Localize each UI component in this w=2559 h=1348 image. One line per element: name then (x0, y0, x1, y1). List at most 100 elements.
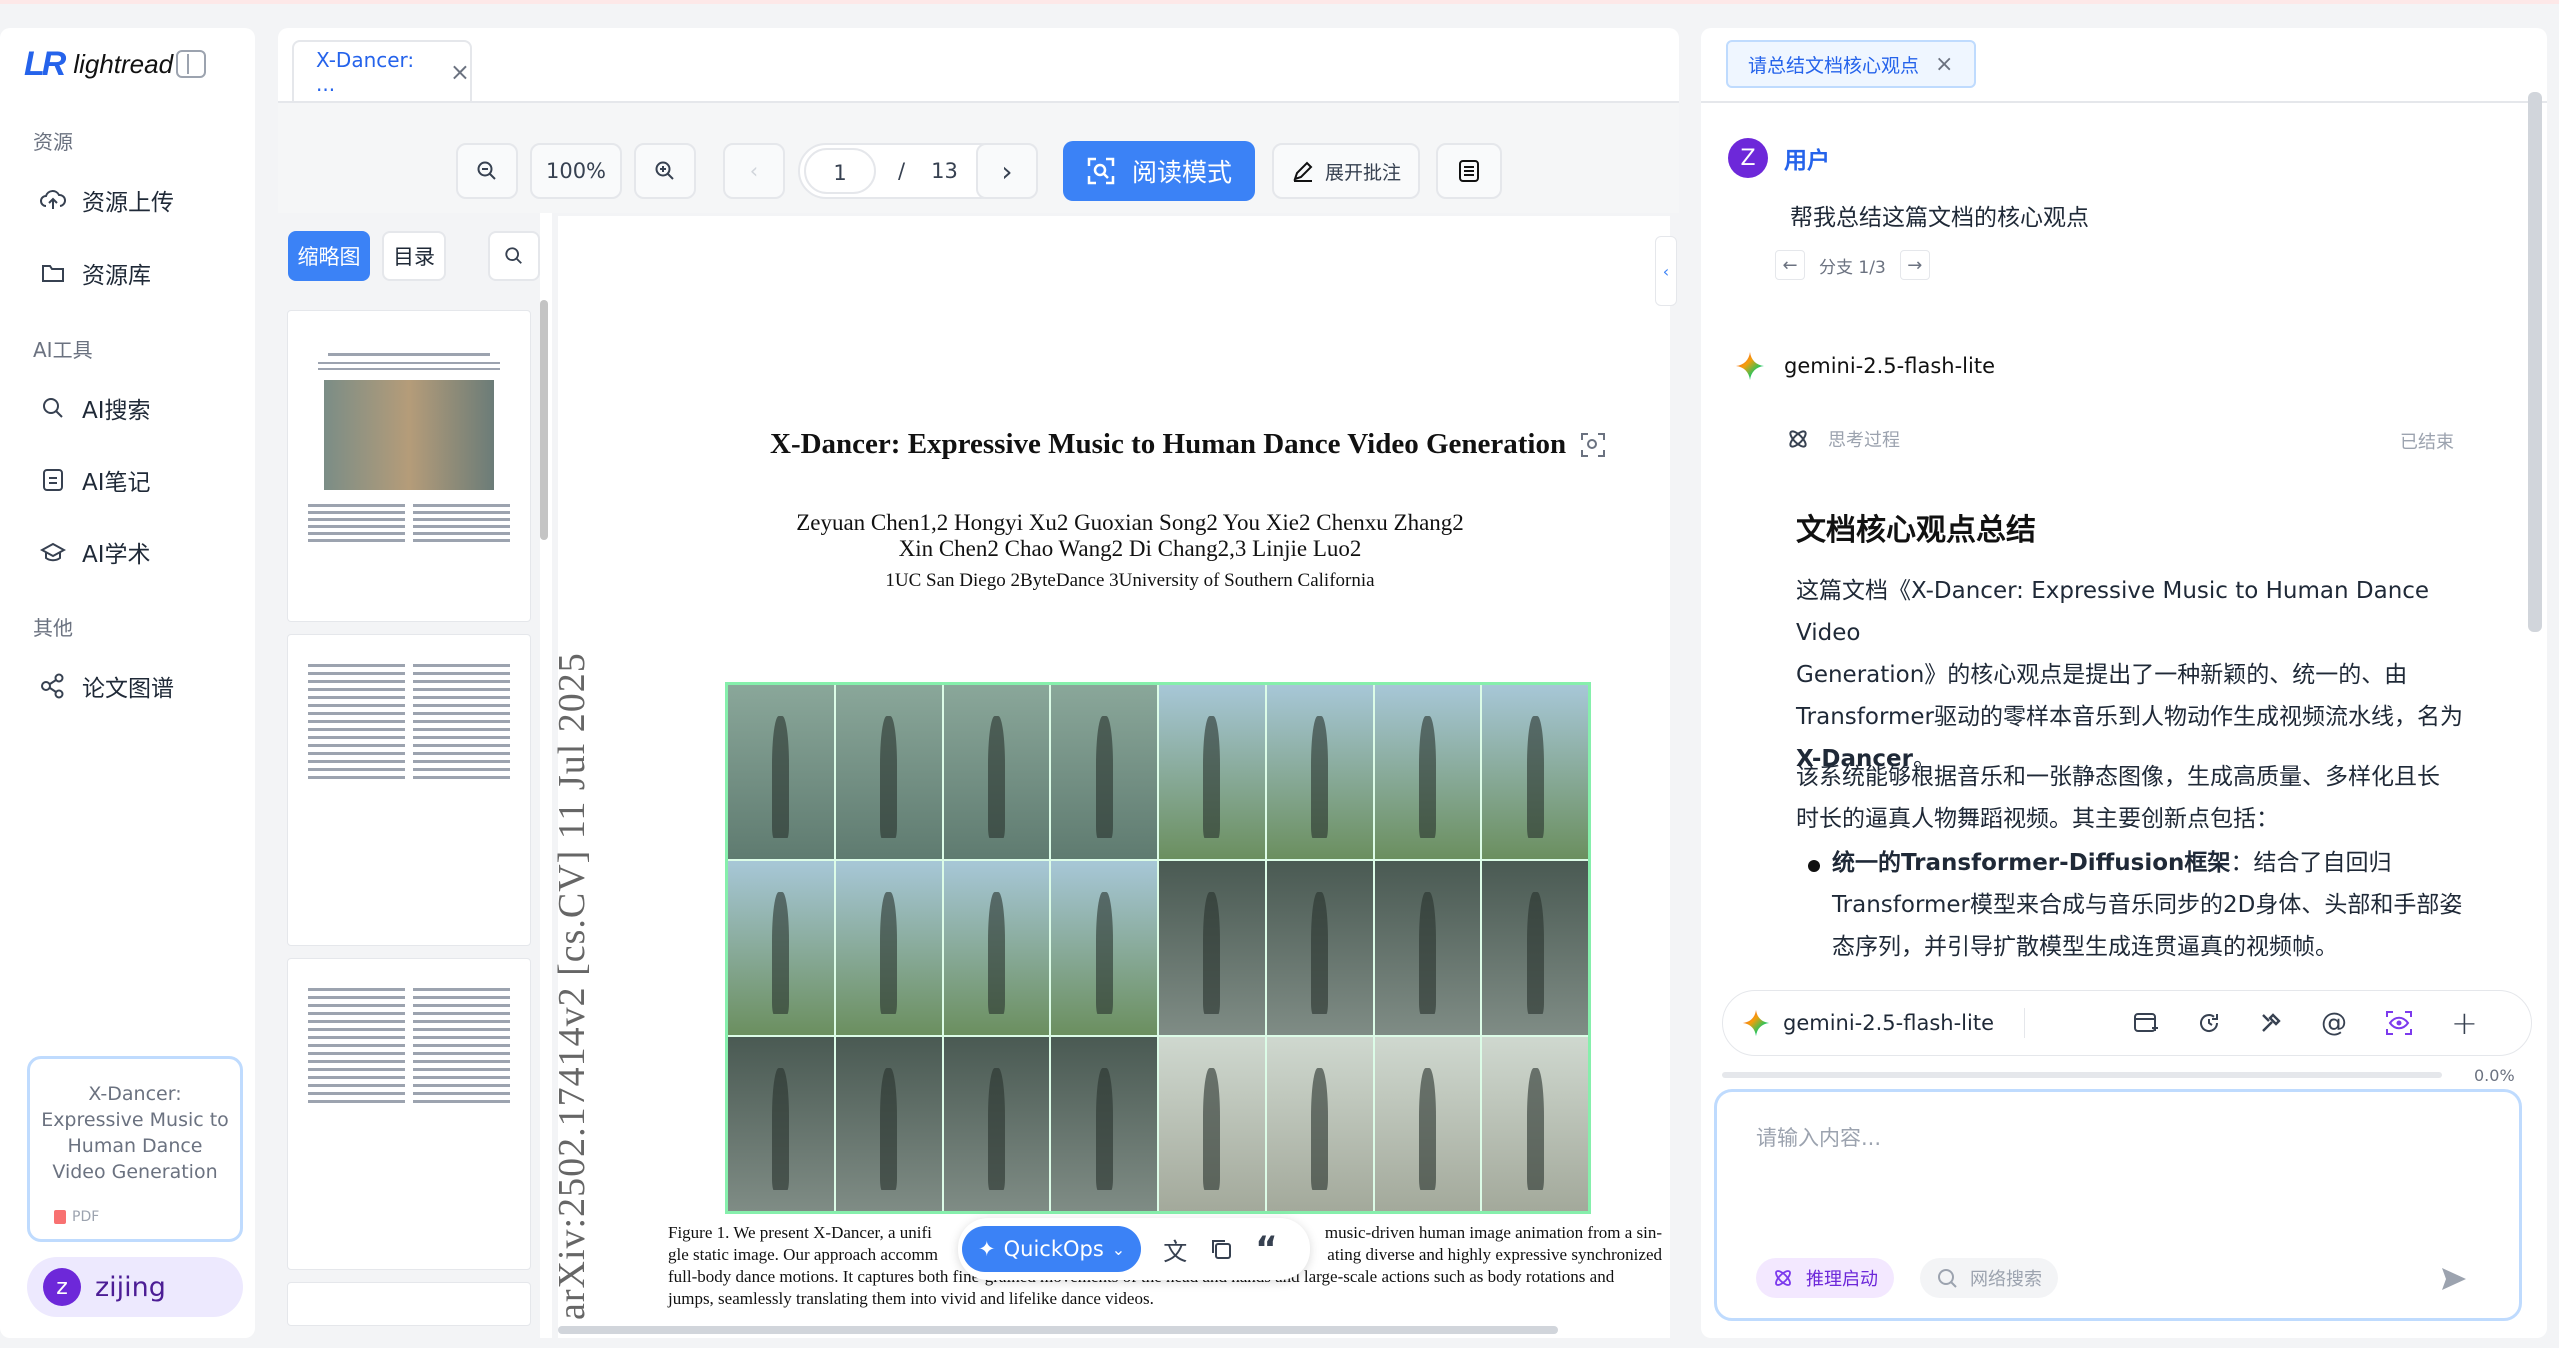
sidebar-item-label: 资源上传 (82, 190, 174, 216)
figure-frame (1051, 1037, 1157, 1211)
note-icon (40, 467, 66, 493)
user-profile[interactable]: z zijing (27, 1257, 243, 1317)
paper-authors-1: Zeyuan Chen1,2 Hongyi Xu2 Guoxian Song2 … (796, 510, 1464, 535)
section-title-other: 其他 (33, 616, 73, 640)
user-label: 用户 (1784, 148, 1830, 174)
sidebar-item-label: 论文图谱 (82, 676, 174, 702)
tab-toc[interactable]: 目录 (382, 231, 446, 281)
tab-document[interactable]: X-Dancer: ... × (292, 40, 472, 102)
figure-frame (1482, 685, 1588, 859)
figure-frame (835, 861, 942, 1035)
read-mode-label: 阅读模式 (1131, 158, 1232, 187)
translate-icon[interactable]: 文 (1163, 1232, 1187, 1267)
close-icon[interactable]: × (1935, 52, 1953, 77)
globe-search-icon (1938, 1269, 1957, 1288)
page-input[interactable]: 1 (804, 148, 876, 194)
zoom-out-button[interactable] (456, 143, 518, 199)
section-title-ai-tools: AI工具 (33, 338, 93, 362)
sidebar-item-ai-search[interactable]: AI搜索 (40, 388, 151, 428)
history-icon[interactable] (2197, 1011, 2221, 1035)
answer-line: 这篇文档《X-Dancer: Expressive Music to Human… (1796, 578, 2430, 646)
figure-frame (1374, 685, 1481, 859)
figure-frame (1374, 1037, 1481, 1211)
window-icon[interactable] (2133, 1011, 2159, 1035)
web-search-toggle[interactable]: 网络搜索 (1920, 1258, 2058, 1298)
read-mode-button[interactable]: 阅读模式 (1063, 141, 1255, 201)
chat-tab-label: 请总结文档核心观点 (1748, 54, 1920, 77)
figure-frame (943, 685, 1050, 859)
chat-scrollbar[interactable] (2528, 92, 2542, 632)
reasoning-toggle[interactable]: 推理启动 (1756, 1258, 1894, 1298)
figure-frame (943, 1037, 1050, 1211)
mention-icon[interactable]: @ (2321, 1008, 2347, 1038)
answer-line: Transformer驱动的零样本音乐到人物动作生成视频流水线，名为 (1796, 704, 2464, 730)
annotate-label: 展开批注 (1324, 161, 1401, 184)
chat-input-placeholder[interactable]: 请输入内容... (1756, 1122, 1881, 1152)
list-item: 统一的Transformer-Diffusion框架：结合了自回归 Transf… (1832, 842, 2502, 968)
doc-card-title: X-Dancer: Expressive Music to Human Danc… (41, 1083, 229, 1183)
expand-right-icon[interactable]: ‹ (1655, 236, 1677, 306)
page-thumbnail[interactable] (287, 634, 531, 946)
section-title-resources: 资源 (33, 130, 73, 154)
arrow-right-icon[interactable]: → (1899, 250, 1930, 280)
caption-line: Figure 1. We present X-Dancer, a unifi (668, 1223, 932, 1242)
answer-paragraph: 这篇文档《X-Dancer: Expressive Music to Human… (1796, 570, 2496, 780)
tab-thumbnails[interactable]: 缩略图 (288, 231, 370, 281)
tab-chat[interactable]: 请总结文档核心观点 × (1726, 40, 1976, 88)
thumbnail-search-button[interactable] (488, 231, 540, 281)
send-icon[interactable] (2440, 1266, 2468, 1292)
answer-paragraph: 该系统能够根据音乐和一张静态图像，生成高质量、多样化且长 时长的逼真人物舞蹈视频… (1796, 756, 2496, 840)
branch-switcher: ← 分支 1/3 → (1775, 250, 1930, 280)
atom-icon (1789, 430, 1807, 448)
thinking-toggle[interactable]: 思考过程 (1786, 426, 1900, 452)
sidebar-item-label: AI搜索 (82, 398, 151, 424)
sidebar-item-ai-notes[interactable]: AI笔记 (40, 460, 151, 500)
graduation-cap-icon (40, 539, 66, 565)
zoom-in-button[interactable] (634, 143, 696, 199)
notes-panel-button[interactable] (1436, 143, 1502, 199)
sidebar-collapse-icon[interactable] (176, 50, 206, 78)
figure-frame (1159, 1037, 1265, 1211)
scan-title-icon[interactable] (1580, 432, 1606, 458)
caption-line: music-driven human image animation from … (1324, 1223, 1662, 1242)
answer-heading: 文档核心观点总结 (1796, 513, 2036, 548)
horizontal-scrollbar[interactable] (558, 1326, 1558, 1334)
sidebar-item-paper-graph[interactable]: 论文图谱 (40, 666, 174, 706)
web-search-label: 网络搜索 (1970, 1269, 2042, 1290)
recent-doc-card[interactable]: X-Dancer: Expressive Music to Human Danc… (27, 1056, 243, 1242)
pen-icon (1293, 161, 1313, 182)
quickops-button[interactable]: ✦ QuickOps ⌄ (962, 1226, 1142, 1272)
figure-frame (728, 685, 834, 859)
sidebar-item-upload[interactable]: 资源上传 (40, 180, 174, 220)
zoom-level[interactable]: 100% (530, 143, 622, 199)
page-thumbnail[interactable] (287, 958, 531, 1270)
user-name: zijing (95, 1271, 166, 1303)
prev-page-button[interactable]: ‹ (723, 143, 785, 199)
model-selector[interactable]: gemini-2.5-flash-lite (1741, 1008, 2025, 1038)
sidebar-item-ai-academic[interactable]: AI学术 (40, 532, 151, 572)
arrow-left-icon[interactable]: ← (1775, 250, 1805, 280)
sidebar-item-library[interactable]: 资源库 (40, 253, 151, 293)
branch-label: 分支 1/3 (1819, 257, 1886, 278)
quote-icon[interactable]: “ (1255, 1232, 1277, 1266)
page-thumbnail[interactable] (287, 310, 531, 622)
context-usage-bar (1722, 1072, 2442, 1078)
zoom-in-icon (655, 161, 674, 180)
plus-icon[interactable]: + (2451, 1004, 2478, 1042)
figure-frame (1051, 861, 1157, 1035)
upload-cloud-icon (40, 187, 66, 213)
thumbnail-scrollbar[interactable] (540, 300, 548, 540)
top-accent-line (0, 0, 2559, 4)
sparkle-icon: ✦ (978, 1237, 996, 1261)
next-page-button[interactable]: › (976, 143, 1038, 199)
copy-icon[interactable] (1209, 1237, 1233, 1261)
chevron-down-icon: ⌄ (1111, 1239, 1126, 1259)
annotate-button[interactable]: 展开批注 (1272, 143, 1420, 199)
tools-icon[interactable] (2259, 1011, 2283, 1035)
answer-line: Generation》的核心观点是提出了一种新颖的、统一的、由 (1796, 662, 2408, 688)
app-logo[interactable]: LR lightread (24, 44, 173, 84)
figure-frame (1266, 861, 1373, 1035)
page-thumbnail[interactable] (287, 1282, 531, 1326)
eye-scan-icon[interactable] (2385, 1010, 2413, 1036)
close-icon[interactable]: × (450, 58, 470, 86)
